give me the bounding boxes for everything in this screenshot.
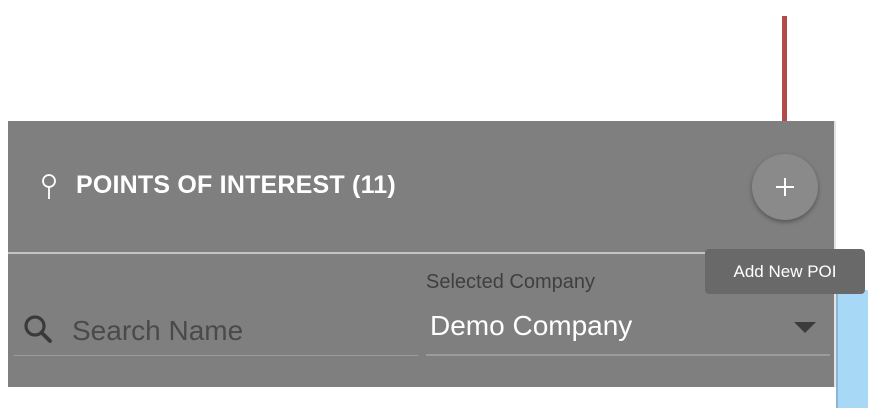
company-select[interactable]: Demo Company (430, 310, 632, 342)
company-select-label: Selected Company (426, 271, 595, 293)
map-pin-icon (42, 174, 56, 199)
add-poi-tooltip: Add New POI (705, 249, 865, 294)
annotation-arrow-shaft (782, 16, 787, 132)
select-underline (426, 354, 830, 356)
chevron-down-icon[interactable] (794, 322, 816, 333)
search-underline (14, 355, 418, 356)
add-poi-button[interactable] (752, 154, 818, 220)
plus-icon (776, 178, 794, 196)
panel-title: POINTS OF INTEREST (11) (76, 171, 396, 199)
search-icon (24, 315, 52, 343)
search-input[interactable] (72, 311, 412, 351)
side-panel-strip (836, 290, 868, 408)
